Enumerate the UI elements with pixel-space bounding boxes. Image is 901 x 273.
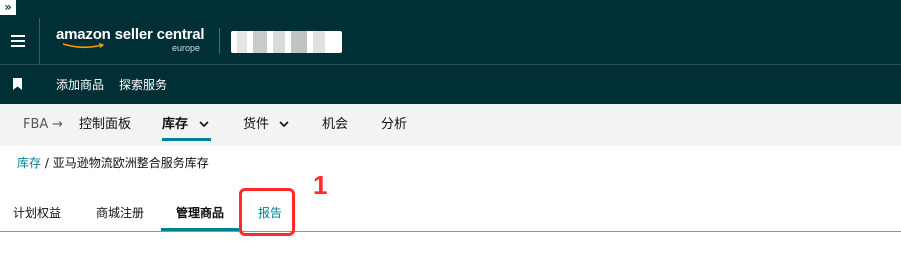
nav-item-analytics[interactable]: 分析 [381,116,407,134]
shortcut-add-products[interactable]: 添加商品 [56,77,104,93]
nav-item-shipments-label: 货件 [243,117,270,132]
chevron-down-icon [198,121,209,128]
nav-item-dashboard[interactable]: 控制面板 [79,116,131,134]
seller-central-logo[interactable]: amazon seller central europe [56,26,205,53]
expand-icon[interactable]: » [0,0,16,15]
logo-divider [219,28,220,54]
header-divider [39,18,40,64]
highlight-box [239,188,295,236]
logo-text: amazon seller central [56,26,205,43]
chevron-down-icon [279,121,289,128]
shortcut-bar: 添加商品 探索服务 [0,64,901,104]
breadcrumb-link-inventory[interactable]: 库存 [17,156,41,170]
nav-bar: FBA → 控制面板 库存 货件 机会 分析 [0,104,901,146]
tab-manage-products[interactable]: 管理商品 [176,204,224,222]
bookmark-icon[interactable] [13,78,22,90]
shortcut-explore-services[interactable]: 探索服务 [119,77,167,93]
nav-active-indicator [162,138,211,141]
top-header: amazon seller central europe [0,18,901,64]
tabs-divider [0,231,901,232]
nav-item-opportunities[interactable]: 机会 [322,116,348,134]
breadcrumb: 库存 / 亚马逊物流欧洲整合服务库存 [17,154,209,172]
arrow-right-icon: → [52,117,63,132]
menu-icon[interactable] [11,35,25,47]
breadcrumb-current: 亚马逊物流欧洲整合服务库存 [52,156,209,170]
nav-item-shipments[interactable]: 货件 [243,116,289,134]
nav-item-inventory-label: 库存 [162,117,189,132]
annotation-number: 1 [313,170,328,200]
breadcrumb-separator: / [41,156,53,170]
account-switcher[interactable] [231,31,342,53]
tab-program-benefits[interactable]: 计划权益 [13,204,61,222]
nav-fba[interactable]: FBA [23,116,48,134]
top-strip: » [0,0,901,18]
tab-marketplace-enrollment[interactable]: 商城注册 [96,204,144,222]
logo-region: europe [172,43,201,53]
nav-item-inventory[interactable]: 库存 [162,116,209,134]
logo-smile-icon [62,43,105,49]
